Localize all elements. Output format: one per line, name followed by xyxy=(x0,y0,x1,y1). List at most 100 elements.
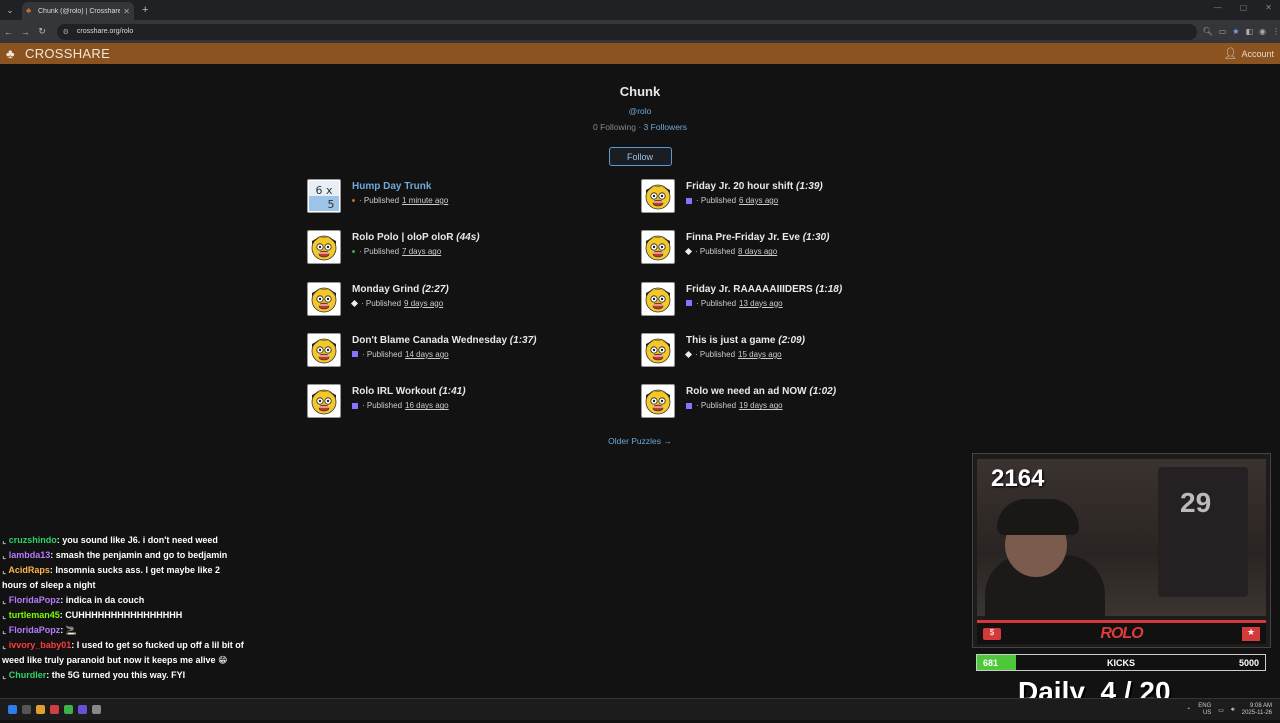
puzzle-title-link[interactable]: Friday Jr. RAAAAAIIIDERS (1:18) xyxy=(686,284,842,295)
locale-indicator[interactable]: ENG US xyxy=(1198,703,1211,717)
profile-icon[interactable]: ◉ xyxy=(1259,27,1266,36)
system-tray: ⌃ ENG US ▭ 🔊︎ 9:08 AM 2025-11-26 xyxy=(1186,703,1272,717)
follow-stats: 0 Following · 3 Followers xyxy=(0,122,1280,132)
puzzle-title: This is just a game xyxy=(686,334,776,346)
close-window-icon[interactable]: ✕ xyxy=(1265,3,1272,12)
obs-icon[interactable] xyxy=(92,705,101,714)
chat-username[interactable]: lambda13 xyxy=(9,550,51,560)
published-ago[interactable]: 16 days ago xyxy=(405,401,449,410)
puzzle-item[interactable]: 6 x 5 Hump Day Trunk · Published 1 minute ag… xyxy=(307,179,448,213)
bookmark-star-icon[interactable]: ★ xyxy=(1232,27,1239,36)
puzzle-item[interactable]: Rolo Polo | oloP oloR (44s) · Published 7 … xyxy=(307,230,480,265)
chat-username[interactable]: FloridaPopz xyxy=(9,625,61,635)
chat-username[interactable]: ivvory_baby01 xyxy=(9,640,72,650)
explorer-icon[interactable] xyxy=(36,705,45,714)
app-icon[interactable] xyxy=(50,705,59,714)
published-ago[interactable]: 19 days ago xyxy=(739,401,783,410)
puzzle-thumbnail[interactable] xyxy=(307,384,341,419)
network-icon[interactable]: ▭ xyxy=(1218,707,1224,714)
puzzle-title-link[interactable]: Don't Blame Canada Wednesday (1:37) xyxy=(352,335,536,346)
chat-username[interactable]: AcidRaps xyxy=(8,565,50,575)
chat-text: : the 5G turned you this way. FYI xyxy=(46,670,186,680)
chat-message: ⌞ cruzshindo: you sound like J6. i don't… xyxy=(0,533,245,548)
published-ago[interactable]: 9 days ago xyxy=(404,299,443,308)
puzzle-title-link[interactable]: Friday Jr. 20 hour shift (1:39) xyxy=(686,181,823,192)
svg-text:5: 5 xyxy=(328,198,335,211)
search-icon[interactable] xyxy=(22,705,31,714)
volume-icon[interactable]: 🔊︎ xyxy=(1231,707,1235,714)
back-icon[interactable]: ← xyxy=(0,27,17,37)
puzzle-meta: · Published 14 days ago xyxy=(352,350,536,359)
puzzle-thumbnail[interactable] xyxy=(641,332,675,367)
puzzle-thumbnail[interactable]: 6 x5 xyxy=(307,179,341,213)
maximize-icon[interactable]: ▢ xyxy=(1240,3,1248,12)
puzzle-item[interactable]: Friday Jr. 20 hour shift (1:39) · Publish… xyxy=(641,179,823,213)
crosshare-logo[interactable]: ♣ CROSSHARE xyxy=(6,46,110,61)
status-green-icon xyxy=(352,250,355,254)
puzzle-thumbnail[interactable] xyxy=(641,281,675,316)
puzzle-title-link[interactable]: Rolo we need an ad NOW (1:02) xyxy=(686,386,836,397)
extensions-icon[interactable]: ◧ xyxy=(1245,27,1253,36)
status-purple-icon xyxy=(686,197,692,204)
chat-username[interactable]: FloridaPopz xyxy=(9,595,61,605)
cast-icon[interactable]: ▭ xyxy=(1219,27,1227,36)
published-ago[interactable]: 14 days ago xyxy=(405,350,449,359)
chat-message: ⌞ ivvory_baby01: I used to get so fucked… xyxy=(0,638,245,668)
published-ago[interactable]: 13 days ago xyxy=(739,299,783,308)
puzzle-title-link[interactable]: This is just a game (2:09) xyxy=(686,335,805,346)
puzzle-thumbnail[interactable] xyxy=(641,384,675,419)
older-puzzles-link[interactable]: Older Puzzles → xyxy=(0,436,1280,446)
browser-tab[interactable]: ♣ Chunk (@rolo) | Crosshare Cro ✕ xyxy=(22,2,134,20)
start-icon[interactable] xyxy=(8,705,17,714)
puzzle-thumbnail[interactable] xyxy=(307,281,341,316)
profile-handle[interactable]: @rolo xyxy=(0,106,1280,116)
new-tab-icon[interactable]: + xyxy=(142,4,148,16)
discord-icon[interactable] xyxy=(78,705,87,714)
chat-badge-icon: ⌞ xyxy=(2,640,9,650)
menu-icon[interactable]: ⋮ xyxy=(1272,27,1280,36)
published-ago[interactable]: 6 days ago xyxy=(739,196,778,205)
site-header: ♣ CROSSHARE 👤︎ Account xyxy=(0,43,1280,64)
url-field[interactable]: ⚙ crosshare.org/rolo xyxy=(56,23,1197,40)
site-info-icon[interactable]: ⚙ xyxy=(63,28,69,36)
puzzle-item[interactable]: Monday Grind (2:27) · Published 9 days ago xyxy=(307,281,449,316)
tab-list-icon[interactable]: ⌄ xyxy=(0,0,20,20)
puzzle-item[interactable]: Friday Jr. RAAAAAIIIDERS (1:18) · Publish… xyxy=(641,281,842,316)
puzzle-item[interactable]: Don't Blame Canada Wednesday (1:37) · Pub… xyxy=(307,332,536,367)
puzzle-item[interactable]: Rolo we need an ad NOW (1:02) · Published… xyxy=(641,384,836,419)
published-ago[interactable]: 15 days ago xyxy=(738,350,782,359)
reload-icon[interactable]: ↻ xyxy=(34,26,51,37)
puzzle-title-link[interactable]: Rolo IRL Workout (1:41) xyxy=(352,386,466,397)
chat-badge-icon: ⌞ xyxy=(2,550,9,560)
chrome-icon[interactable] xyxy=(64,705,73,714)
puzzle-title: Rolo we need an ad NOW xyxy=(686,386,807,398)
status-purple-icon xyxy=(352,351,358,358)
clock[interactable]: 9:08 AM 2025-11-26 xyxy=(1242,703,1272,717)
chat-username[interactable]: cruzshindo xyxy=(9,535,57,545)
close-tab-icon[interactable]: ✕ xyxy=(123,7,130,16)
published-ago[interactable]: 8 days ago xyxy=(738,247,777,256)
minimize-icon[interactable]: — xyxy=(1214,3,1222,12)
chat-username[interactable]: turtleman45 xyxy=(9,610,60,620)
puzzle-thumbnail[interactable] xyxy=(307,332,341,367)
follow-button[interactable]: Follow xyxy=(608,147,672,166)
published-ago[interactable]: 1 minute ago xyxy=(402,196,448,205)
puzzle-item[interactable]: This is just a game (2:09) · Published 15 … xyxy=(641,332,805,367)
puzzle-info: Friday Jr. RAAAAAIIIDERS (1:18) · Publish… xyxy=(686,284,842,308)
zoom-icon[interactable]: 🔍︎ xyxy=(1203,27,1213,36)
puzzle-thumbnail[interactable] xyxy=(641,179,675,213)
puzzle-title-link[interactable]: Hump Day Trunk xyxy=(352,181,448,192)
account-link[interactable]: 👤︎ Account xyxy=(1224,47,1275,60)
published-ago[interactable]: 7 days ago xyxy=(402,247,441,256)
puzzle-title-link[interactable]: Monday Grind (2:27) xyxy=(352,284,449,295)
forward-icon[interactable]: → xyxy=(17,27,34,37)
puzzle-thumbnail[interactable] xyxy=(307,230,341,265)
tray-chevron-icon[interactable]: ⌃ xyxy=(1186,707,1191,714)
chat-username[interactable]: Churdler xyxy=(9,670,47,680)
puzzle-thumbnail[interactable] xyxy=(641,230,675,265)
followers-link[interactable]: 3 Followers xyxy=(644,122,687,132)
puzzle-item[interactable]: Rolo IRL Workout (1:41) · Published 16 day… xyxy=(307,384,466,419)
puzzle-title-link[interactable]: Finna Pre-Friday Jr. Eve (1:30) xyxy=(686,232,829,243)
puzzle-title-link[interactable]: Rolo Polo | oloP oloR (44s) xyxy=(352,232,480,243)
puzzle-item[interactable]: Finna Pre-Friday Jr. Eve (1:30) · Publish… xyxy=(641,230,829,265)
